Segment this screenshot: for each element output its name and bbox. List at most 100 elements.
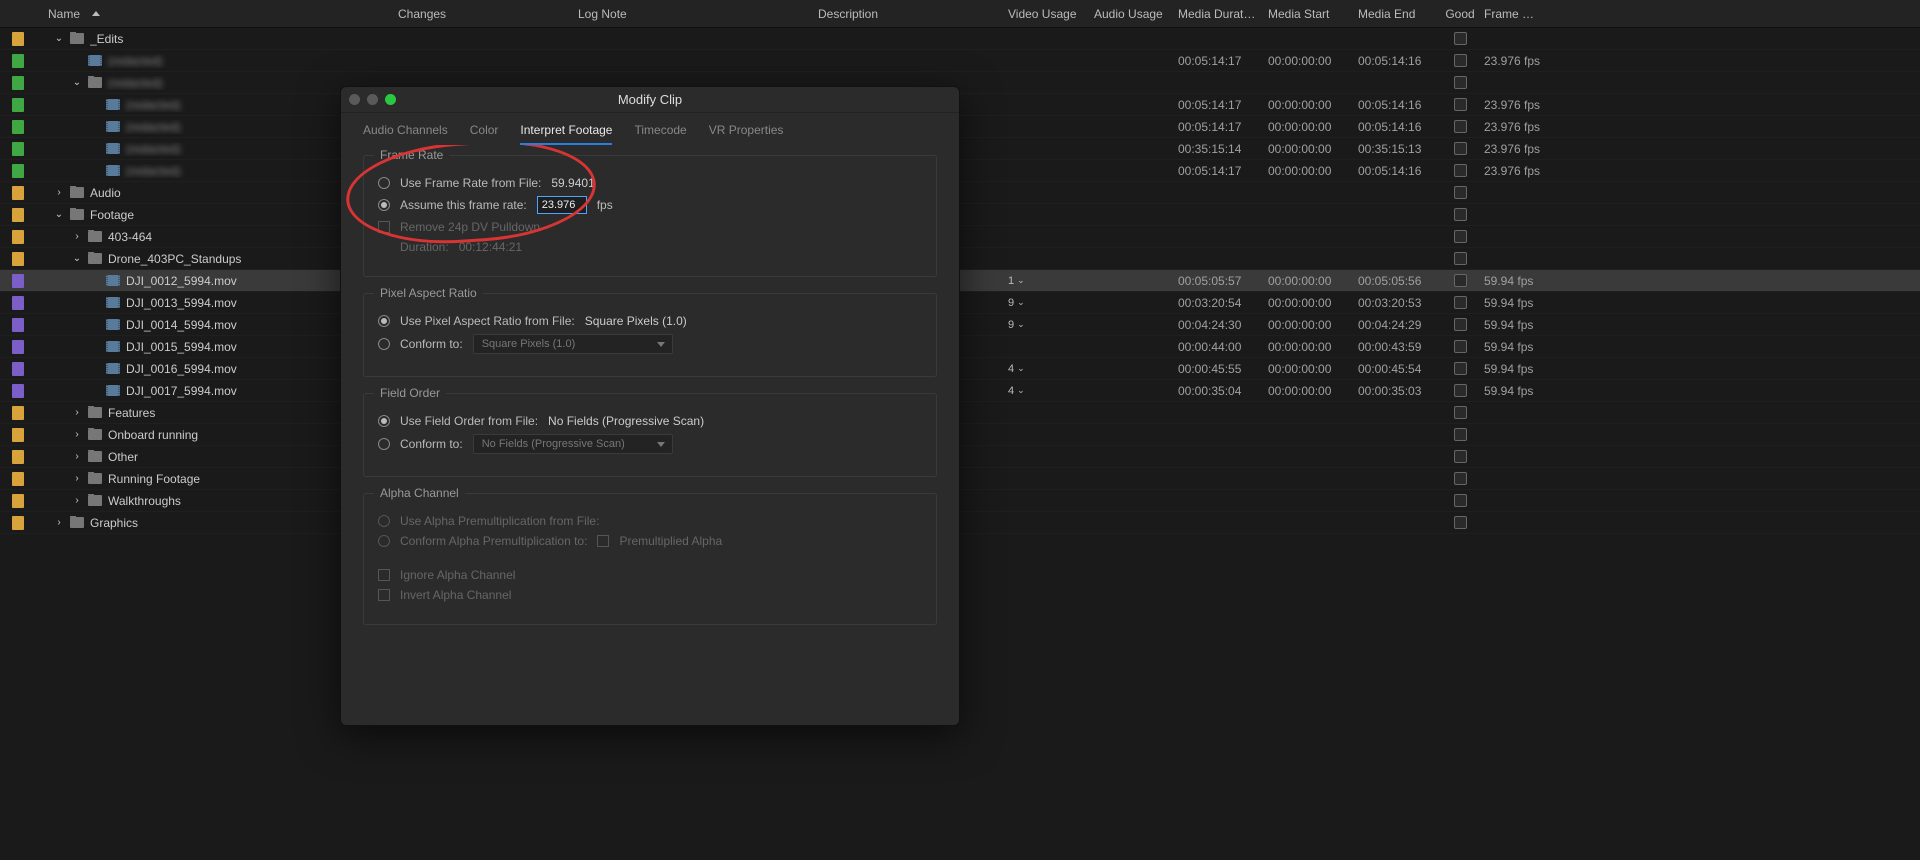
bin-row[interactable]: ›Running Footage (0, 468, 1920, 490)
label-swatch[interactable] (12, 274, 24, 288)
chevron-down-icon[interactable]: ⌄ (72, 254, 82, 264)
good-checkbox[interactable] (1454, 318, 1467, 331)
clip-row[interactable]: ›(redacted)00:05:14:1700:00:00:0000:05:1… (0, 50, 1920, 72)
good-checkbox[interactable] (1454, 32, 1467, 45)
chevron-right-icon[interactable]: › (54, 188, 64, 198)
chevron-right-icon[interactable]: › (72, 430, 82, 440)
good-checkbox[interactable] (1454, 406, 1467, 419)
header-video-usage[interactable]: Video Usage (1002, 7, 1088, 21)
tab-vr-properties[interactable]: VR Properties (709, 123, 784, 145)
tab-color[interactable]: Color (470, 123, 499, 145)
good-checkbox[interactable] (1454, 384, 1467, 397)
label-swatch[interactable] (12, 164, 24, 178)
bin-row[interactable]: ›Features (0, 402, 1920, 424)
label-swatch[interactable] (12, 428, 24, 442)
good-checkbox[interactable] (1454, 186, 1467, 199)
bin-row[interactable]: ›Other (0, 446, 1920, 468)
clip-row[interactable]: ›DJI_0017_5994.mov4⌄00:00:35:0400:00:00:… (0, 380, 1920, 402)
label-swatch[interactable] (12, 230, 24, 244)
radio-icon[interactable] (378, 415, 390, 427)
use-pixel-aspect-from-file-row[interactable]: Use Pixel Aspect Ratio from File: Square… (378, 314, 922, 328)
good-checkbox[interactable] (1454, 428, 1467, 441)
use-frame-rate-from-file-row[interactable]: Use Frame Rate from File: 59.9401 (378, 176, 922, 190)
bin-row[interactable]: ⌄_Edits (0, 28, 1920, 50)
chevron-down-icon[interactable]: ⌄ (54, 210, 64, 220)
label-swatch[interactable] (12, 76, 24, 90)
radio-icon[interactable] (378, 315, 390, 327)
good-checkbox[interactable] (1454, 208, 1467, 221)
label-swatch[interactable] (12, 516, 24, 530)
label-swatch[interactable] (12, 142, 24, 156)
clip-row[interactable]: ›DJI_0015_5994.mov00:00:44:0000:00:00:00… (0, 336, 1920, 358)
clip-row[interactable]: ›DJI_0012_5994.mov1⌄00:05:05:5700:00:00:… (0, 270, 1920, 292)
good-checkbox[interactable] (1454, 54, 1467, 67)
video-usage-cell[interactable]: 9⌄ (1002, 297, 1088, 309)
good-checkbox[interactable] (1454, 120, 1467, 133)
name-cell[interactable]: ⌄_Edits (42, 32, 392, 46)
video-usage-cell[interactable]: 4⌄ (1002, 385, 1088, 397)
label-swatch[interactable] (12, 362, 24, 376)
label-swatch[interactable] (12, 186, 24, 200)
conform-pixel-aspect-select[interactable]: Square Pixels (1.0) (473, 334, 673, 354)
good-checkbox[interactable] (1454, 230, 1467, 243)
label-swatch[interactable] (12, 54, 24, 68)
chevron-right-icon[interactable]: › (72, 474, 82, 484)
chevron-right-icon[interactable]: › (72, 232, 82, 242)
video-usage-cell[interactable]: 4⌄ (1002, 363, 1088, 375)
bin-row[interactable]: ⌄(redacted) (0, 72, 1920, 94)
clip-row[interactable]: ›(redacted)00:35:15:1400:00:00:0000:35:1… (0, 138, 1920, 160)
label-swatch[interactable] (12, 208, 24, 222)
conform-field-order-row[interactable]: Conform to: No Fields (Progressive Scan) (378, 434, 922, 454)
good-checkbox[interactable] (1454, 472, 1467, 485)
bin-row[interactable]: ›403-464 (0, 226, 1920, 248)
good-checkbox[interactable] (1454, 340, 1467, 353)
radio-icon[interactable] (378, 177, 390, 189)
label-swatch[interactable] (12, 472, 24, 486)
good-checkbox[interactable] (1454, 494, 1467, 507)
bin-row[interactable]: ›Walkthroughs (0, 490, 1920, 512)
good-checkbox[interactable] (1454, 252, 1467, 265)
clip-row[interactable]: ›(redacted)00:05:14:1700:00:00:0000:05:1… (0, 116, 1920, 138)
header-description[interactable]: Description (812, 7, 1002, 21)
tab-timecode[interactable]: Timecode (634, 123, 686, 145)
label-swatch[interactable] (12, 340, 24, 354)
label-swatch[interactable] (12, 450, 24, 464)
header-media-end[interactable]: Media End (1352, 7, 1442, 21)
good-checkbox[interactable] (1454, 142, 1467, 155)
conform-pixel-aspect-row[interactable]: Conform to: Square Pixels (1.0) (378, 334, 922, 354)
tab-interpret-footage[interactable]: Interpret Footage (520, 123, 612, 145)
bin-row[interactable]: ⌄Drone_403PC_Standups (0, 248, 1920, 270)
good-checkbox[interactable] (1454, 296, 1467, 309)
label-swatch[interactable] (12, 406, 24, 420)
label-swatch[interactable] (12, 98, 24, 112)
clip-row[interactable]: ›(redacted)00:05:14:1700:00:00:0000:05:1… (0, 94, 1920, 116)
radio-icon[interactable] (378, 338, 390, 350)
bin-row[interactable]: ⌄Footage (0, 204, 1920, 226)
label-swatch[interactable] (12, 494, 24, 508)
clip-row[interactable]: ›DJI_0016_5994.mov4⌄00:00:45:5500:00:00:… (0, 358, 1920, 380)
assume-frame-rate-row[interactable]: Assume this frame rate: fps (378, 196, 922, 214)
radio-icon[interactable] (378, 199, 390, 211)
good-checkbox[interactable] (1454, 76, 1467, 89)
good-checkbox[interactable] (1454, 450, 1467, 463)
radio-icon[interactable] (378, 438, 390, 450)
use-field-order-from-file-row[interactable]: Use Field Order from File: No Fields (Pr… (378, 414, 922, 428)
name-cell[interactable]: ›(redacted) (42, 54, 392, 68)
chevron-right-icon[interactable]: › (54, 518, 64, 528)
label-swatch[interactable] (12, 384, 24, 398)
dialog-titlebar[interactable]: Modify Clip (341, 87, 959, 113)
header-frame-rate[interactable]: Frame Rate (1478, 7, 1548, 21)
header-good[interactable]: Good (1442, 7, 1478, 21)
name-cell[interactable]: ⌄(redacted) (42, 76, 392, 90)
header-name[interactable]: Name (42, 7, 392, 21)
conform-field-order-select[interactable]: No Fields (Progressive Scan) (473, 434, 673, 454)
good-checkbox[interactable] (1454, 274, 1467, 287)
label-swatch[interactable] (12, 296, 24, 310)
header-changes[interactable]: Changes (392, 7, 572, 21)
chevron-down-icon[interactable]: ⌄ (72, 78, 82, 88)
clip-row[interactable]: ›DJI_0013_5994.mov9⌄00:03:20:5400:00:00:… (0, 292, 1920, 314)
header-audio-usage[interactable]: Audio Usage (1088, 7, 1172, 21)
bin-row[interactable]: ›Graphics (0, 512, 1920, 534)
header-media-duration[interactable]: Media Duration (1172, 7, 1262, 21)
good-checkbox[interactable] (1454, 98, 1467, 111)
